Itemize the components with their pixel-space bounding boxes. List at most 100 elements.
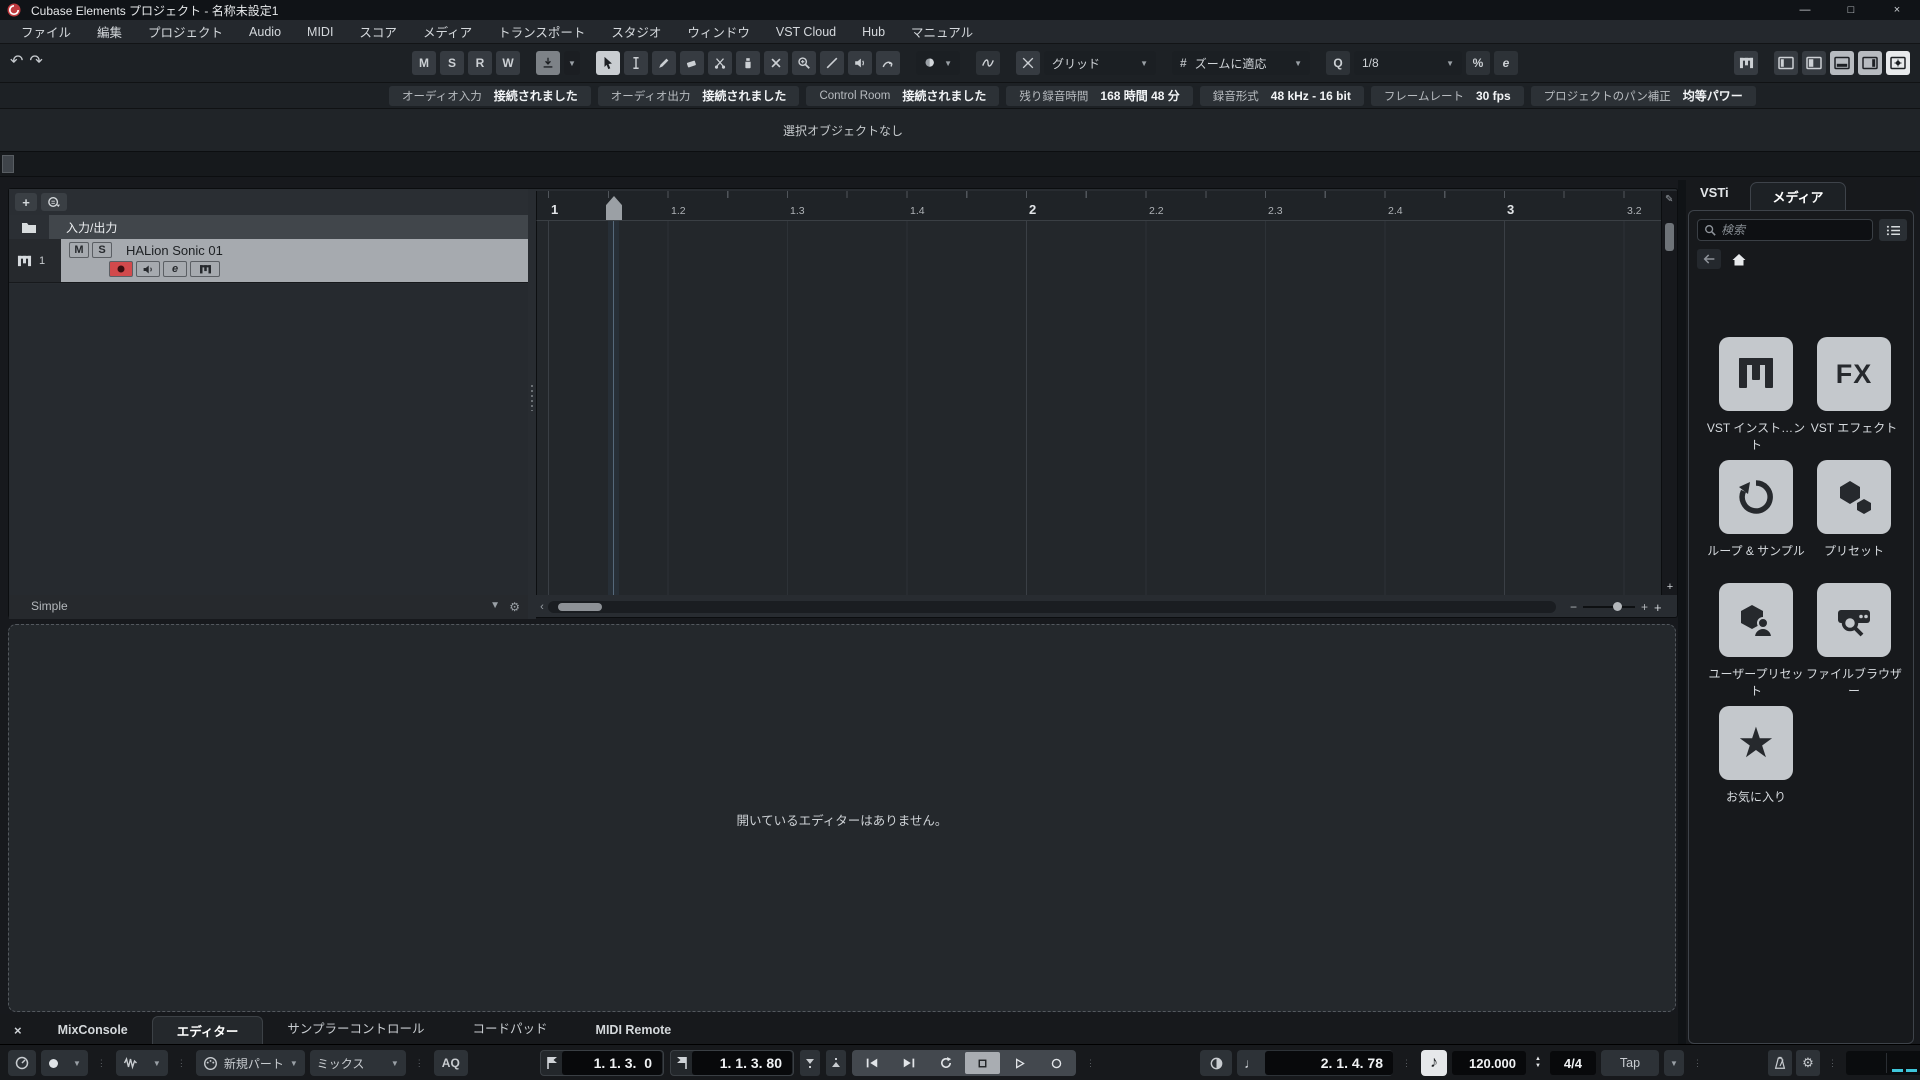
snap-type-dropdown[interactable]: グリッド ▼ [1044, 51, 1156, 75]
menu-hub[interactable]: Hub [849, 25, 898, 39]
tempo-value[interactable]: 120.000 [1452, 1051, 1526, 1075]
zoom-preset-button[interactable]: + [1654, 600, 1662, 615]
tab-midi-remote[interactable]: MIDI Remote [572, 1023, 696, 1037]
menu-edit[interactable]: 編集 [84, 22, 135, 41]
quantize-panel-button[interactable]: e [1494, 51, 1518, 75]
tab-sampler-control[interactable]: サンプラーコントロール [263, 1018, 448, 1037]
timeline-ruler[interactable]: 1 1.2 1.3 1.4 2 2.2 2.3 2.4 3 3.2 [536, 191, 1661, 221]
back-button[interactable] [1697, 249, 1721, 269]
draw-tool[interactable] [652, 51, 676, 75]
zoom-tool[interactable] [792, 51, 816, 75]
record-button[interactable] [1039, 1052, 1074, 1074]
zoom-slider-thumb[interactable] [1613, 602, 1623, 611]
time-position-value[interactable]: 2. 1. 4. 78 [1265, 1051, 1393, 1075]
stop-button[interactable] [965, 1052, 1000, 1074]
tab-vsti[interactable]: VSTi [1700, 185, 1729, 200]
lower-zone-toggle[interactable] [1830, 51, 1854, 75]
track-mute-button[interactable]: M [69, 242, 89, 258]
track-preset-button[interactable] [41, 193, 67, 211]
range-selection-tool[interactable] [624, 51, 648, 75]
maximize-button[interactable]: □ [1828, 0, 1874, 20]
search-input[interactable] [1721, 223, 1866, 237]
vertical-zoom-in-button[interactable]: + [1664, 581, 1676, 593]
tile-favorites[interactable]: ★ お気に入り [1703, 706, 1809, 805]
tab-media[interactable]: メディア [1750, 182, 1846, 210]
audio-record-mode-dropdown[interactable]: ▼ [115, 1050, 168, 1076]
tempo-track-button[interactable]: ♪ [1421, 1050, 1447, 1076]
grid-type-dropdown[interactable]: # ズームに適応 ▼ [1172, 51, 1310, 75]
record-time-remaining[interactable]: 残り録音時間 168 時間 48 分 [1006, 85, 1193, 106]
track-name[interactable]: HALion Sonic 01 [126, 243, 223, 258]
go-to-previous-marker-button[interactable] [854, 1052, 889, 1074]
tile-vst-instruments[interactable]: VST インスト…ント [1703, 337, 1809, 453]
autoscroll-button[interactable] [536, 51, 560, 75]
media-search-box[interactable] [1697, 219, 1873, 241]
redo-icon[interactable]: ↷ [29, 51, 42, 71]
retrospective-record-button[interactable] [1200, 1050, 1232, 1076]
track-solo-button[interactable]: S [92, 242, 112, 258]
tempo-spinner[interactable]: ▲ ▼ [1531, 1056, 1545, 1070]
frame-rate[interactable]: フレームレート 30 fps [1370, 85, 1524, 106]
menu-score[interactable]: スコア [346, 22, 410, 41]
auto-quantize-button[interactable]: AQ [433, 1050, 468, 1076]
minimize-button[interactable]: — [1782, 0, 1828, 20]
zoom-in-button[interactable]: + [1641, 600, 1648, 614]
color-tool-dropdown[interactable]: ▼ [916, 51, 960, 75]
preset-caret-icon[interactable]: ▼ [490, 600, 500, 611]
io-folder-track[interactable]: 入力/出力 [9, 215, 528, 239]
record-format[interactable]: 録音形式 48 kHz - 16 bit [1199, 85, 1364, 106]
left-locator-value[interactable]: 1. 1. 3. 0 [562, 1051, 662, 1075]
write-automation-button[interactable]: W [496, 51, 520, 75]
solo-all-button[interactable]: S [440, 51, 464, 75]
autoscroll-options-button[interactable]: ▼ [564, 51, 580, 75]
midi-record-mode-dropdown[interactable]: 新規パート ▼ [195, 1050, 305, 1076]
right-locator-value[interactable]: 1. 1. 3. 80 [692, 1051, 792, 1075]
tile-vst-effects[interactable]: FX VST エフェクト [1801, 337, 1907, 436]
menu-studio[interactable]: スタジオ [598, 22, 674, 41]
play-tool[interactable] [848, 51, 872, 75]
tile-user-presets[interactable]: ユーザープリセット [1703, 583, 1809, 699]
zoom-out-button[interactable]: − [1570, 600, 1577, 614]
event-display-grid[interactable] [536, 221, 1661, 595]
spinner-down-icon[interactable]: ▼ [1535, 1063, 1541, 1070]
close-button[interactable]: × [1874, 0, 1920, 20]
overview-thumb[interactable] [2, 155, 14, 173]
audio-output-status[interactable]: オーディオ出力 接続されました [597, 85, 800, 106]
menu-transport[interactable]: トランスポート [485, 22, 598, 41]
menu-media[interactable]: メディア [410, 22, 485, 41]
tab-editor[interactable]: エディター [151, 1016, 264, 1044]
audio-mix-dropdown[interactable]: ミックス ▼ [309, 1050, 406, 1076]
iterative-quantize-button[interactable]: % [1466, 51, 1490, 75]
automation-curve-button[interactable] [976, 51, 1000, 75]
edit-channel-button[interactable]: e [163, 261, 187, 277]
tab-mixconsole[interactable]: MixConsole [34, 1023, 152, 1037]
time-signature-value[interactable]: 4/4 [1549, 1051, 1596, 1075]
left-zone-wide-toggle[interactable] [1802, 51, 1826, 75]
menu-file[interactable]: ファイル [8, 22, 84, 41]
quantize-preset-dropdown[interactable]: 1/8 ▼ [1354, 51, 1462, 75]
menu-window[interactable]: ウィンドウ [674, 22, 763, 41]
tap-tempo-button[interactable]: Tap [1600, 1050, 1659, 1076]
add-track-button[interactable]: + [15, 193, 37, 211]
metronome-setup-gear-icon[interactable]: ⚙ [1796, 1050, 1820, 1076]
mute-tool[interactable] [764, 51, 788, 75]
right-locator[interactable]: 1. 1. 3. 80 [670, 1050, 794, 1076]
home-icon[interactable] [1731, 252, 1747, 267]
menu-manual[interactable]: マニュアル [898, 22, 986, 41]
go-to-next-marker-button[interactable] [891, 1052, 926, 1074]
quantize-icon-button[interactable]: Q [1326, 51, 1350, 75]
monitor-button[interactable] [136, 261, 160, 277]
horizontal-scroll-thumb[interactable] [558, 603, 602, 611]
object-selection-tool[interactable] [596, 51, 620, 75]
vertical-scrollbar[interactable]: ✎ + [1661, 191, 1677, 595]
performance-monitor-button[interactable] [8, 1050, 36, 1076]
left-zone-toggle[interactable] [1774, 51, 1798, 75]
pan-law[interactable]: プロジェクトのパン補正 均等パワー [1530, 85, 1756, 106]
horizontal-scrollbar[interactable] [548, 601, 1556, 613]
project-overview-line[interactable] [0, 151, 1920, 177]
feedback-tool[interactable] [876, 51, 900, 75]
onscreen-keyboard-button[interactable] [1734, 51, 1758, 75]
control-room-status[interactable]: Control Room 接続されました [806, 85, 1000, 106]
menu-audio[interactable]: Audio [236, 25, 294, 39]
play-button[interactable] [1002, 1052, 1037, 1074]
